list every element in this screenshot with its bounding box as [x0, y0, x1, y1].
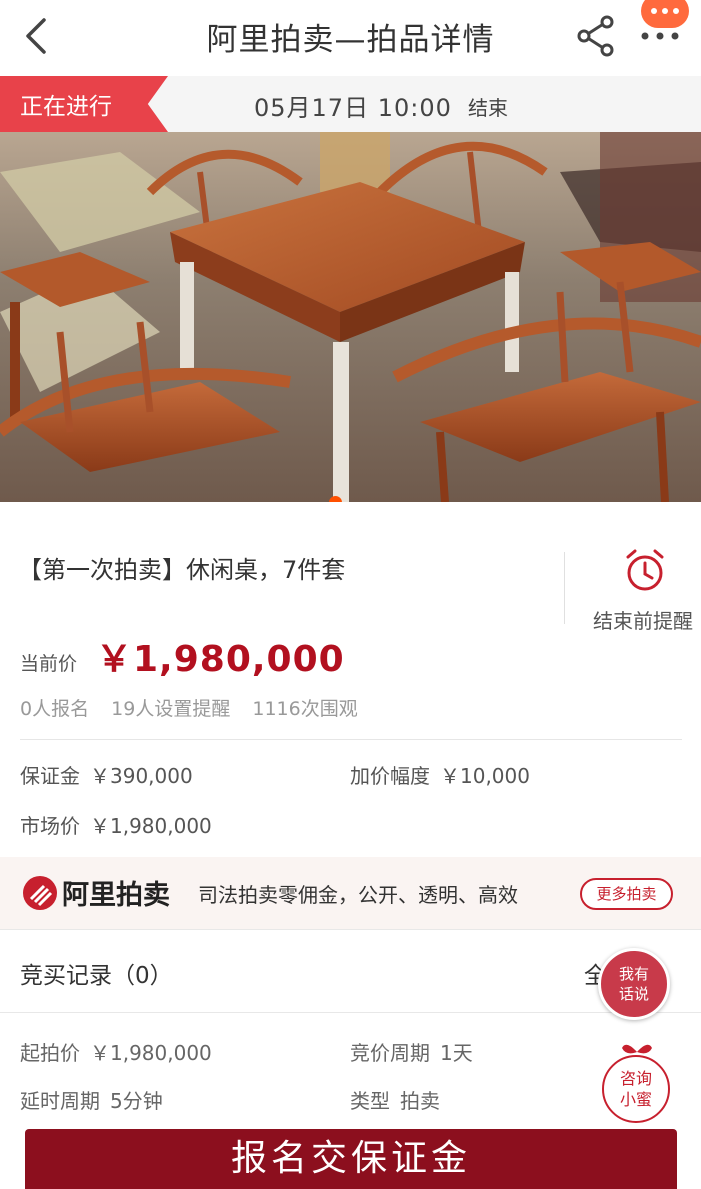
- item-title: 【第一次拍卖】休闲桌，7件套: [18, 556, 346, 584]
- top-nav-bar: 阿里拍卖—拍品详情: [0, 0, 701, 76]
- consult-assistant-button[interactable]: 咨询 小蜜: [602, 1044, 670, 1123]
- signup-count: 0人报名: [20, 698, 90, 720]
- feedback-float-button[interactable]: 我有 话说: [598, 948, 670, 1020]
- alarm-clock-icon[interactable]: [622, 548, 668, 594]
- item-stats: 0人报名 19人设置提醒 1116次围观: [20, 694, 374, 721]
- end-label: 结束: [468, 96, 508, 120]
- increment-row: 加价幅度 ￥10,000: [350, 764, 530, 788]
- auction-rules: 起拍价 ￥1,980,000 竞价周期 1天 延时周期 5分钟 类型 拍卖: [0, 1013, 701, 1123]
- share-icon[interactable]: [574, 14, 618, 58]
- market-price-row: 市场价 ￥1,980,000: [20, 814, 212, 838]
- divider: [20, 739, 682, 740]
- bow-icon: [622, 1044, 652, 1054]
- deposit-row: 保证金 ￥390,000: [20, 764, 193, 788]
- type-row: 类型 拍卖: [350, 1089, 440, 1113]
- furniture-illustration: [0, 132, 701, 502]
- reminder-count: 19人设置提醒: [111, 698, 231, 720]
- ali-auction-banner: 阿里拍卖 司法拍卖零佣金，公开、透明、高效 更多拍卖: [0, 857, 701, 929]
- more-auctions-button[interactable]: 更多拍卖: [580, 878, 673, 910]
- current-price: ￥1,980,000: [96, 639, 345, 680]
- ali-auction-logo-icon: [23, 876, 57, 910]
- auction-status-bar: 正在进行 05月17日 10:00 结束: [0, 76, 701, 132]
- product-image[interactable]: [0, 132, 701, 502]
- bid-records-title: 竞买记录（0）: [20, 963, 173, 989]
- bid-records-row[interactable]: 竞买记录（0） 全部: [0, 929, 701, 1013]
- current-price-label: 当前价: [20, 653, 78, 675]
- item-info-card: 【第一次拍卖】休闲桌，7件套 结束前提醒 当前价 ￥1,980,000 0人报名…: [0, 502, 701, 857]
- start-price-row: 起拍价 ￥1,980,000: [20, 1041, 212, 1065]
- view-count: 1116次围观: [252, 698, 358, 720]
- register-deposit-button[interactable]: 报名交保证金: [25, 1129, 677, 1189]
- delay-period-row: 延时周期 5分钟: [20, 1089, 163, 1113]
- brand-name: 阿里拍卖: [62, 880, 170, 911]
- bid-period-row: 竞价周期 1天: [350, 1041, 473, 1065]
- divider: [564, 552, 565, 624]
- banner-slogan: 司法拍卖零佣金，公开、透明、高效: [198, 883, 518, 907]
- status-badge: 正在进行: [0, 76, 168, 132]
- end-time: 05月17日 10:00: [254, 94, 452, 122]
- more-dots-icon[interactable]: [636, 18, 684, 54]
- remind-before-end-button[interactable]: 结束前提醒: [593, 605, 693, 634]
- bottom-action-bar: 报名交保证金: [0, 1123, 701, 1189]
